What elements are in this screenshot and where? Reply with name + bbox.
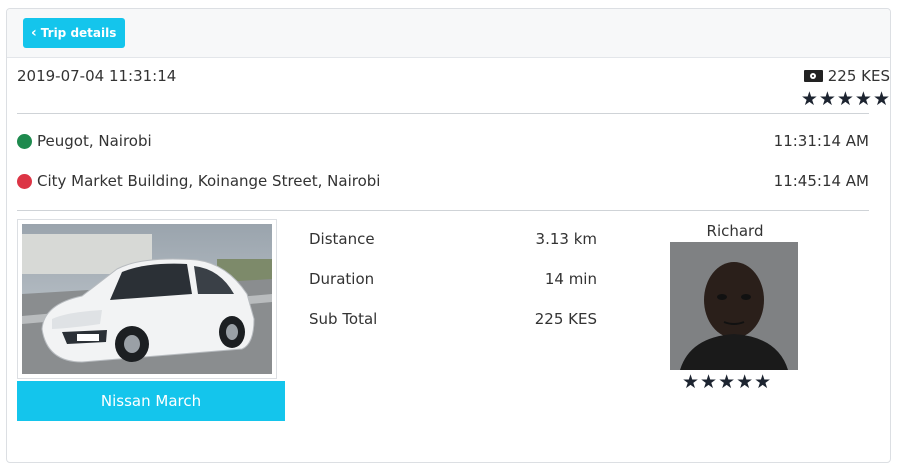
pickup-dot-icon [17, 133, 32, 149]
money-icon [803, 70, 823, 82]
vehicle-photo [17, 219, 277, 379]
stat-label-duration: Duration [309, 270, 375, 288]
vehicle-card: Nissan March [17, 219, 285, 423]
driver-avatar [670, 242, 798, 370]
car-image-icon [22, 224, 272, 374]
vehicle-name: Nissan March [17, 381, 285, 421]
driver-name: Richard [706, 222, 764, 240]
dropoff-row: City Market Building, Koinange Street, N… [17, 172, 869, 190]
pickup-row: Peugot, Nairobi 11:31:14 AM [17, 132, 869, 150]
stat-value-duration: 14 min [544, 270, 597, 288]
dropoff-address: City Market Building, Koinange Street, N… [37, 172, 381, 190]
pickup-address: Peugot, Nairobi [37, 132, 152, 150]
stat-value-distance: 3.13 km [535, 230, 597, 248]
trip-rating-stars: ★★★★★ [800, 88, 891, 110]
dropoff-dot-icon [17, 173, 32, 189]
pickup-time: 11:31:14 AM [773, 132, 869, 150]
card-header: ‹ Trip details [7, 9, 890, 58]
stat-label-subtotal: Sub Total [309, 310, 378, 328]
back-to-trips-button[interactable]: ‹ Trip details [23, 18, 126, 48]
divider [17, 113, 869, 114]
stat-value-subtotal: 225 KES [534, 310, 597, 328]
fare-amount: 225 KES [827, 67, 890, 85]
trip-fare: 225 KES [803, 67, 890, 85]
dropoff-time: 11:45:14 AM [773, 172, 869, 190]
back-button-label: Trip details [40, 26, 117, 40]
driver-rating-stars: ★★★★★ [682, 371, 773, 393]
chevron-left-icon: ‹ [31, 25, 37, 41]
divider [17, 210, 869, 211]
stat-label-distance: Distance [309, 230, 375, 248]
trip-datetime: 2019-07-04 11:31:14 [17, 67, 177, 85]
